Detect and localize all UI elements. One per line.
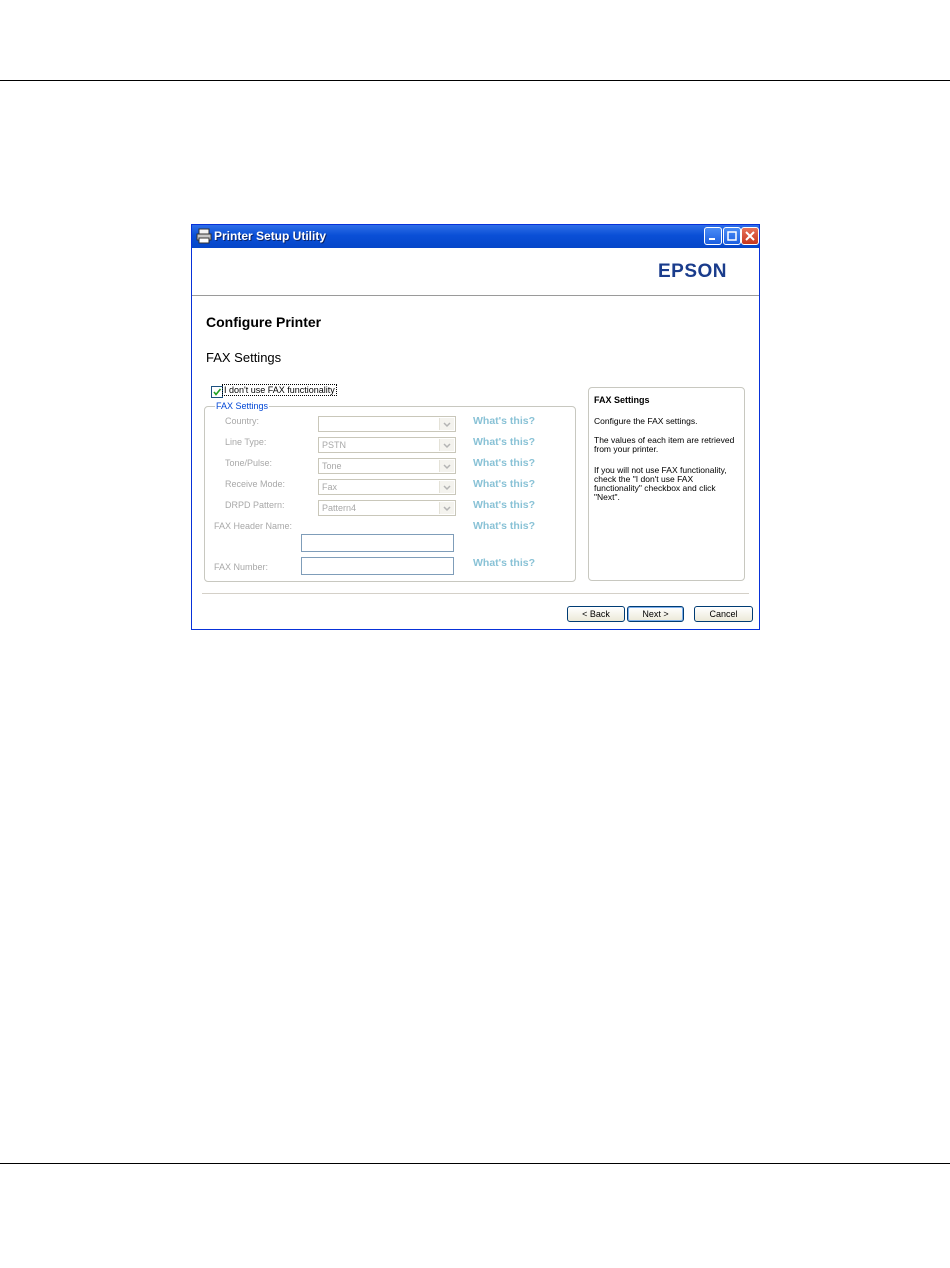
title-bar[interactable]: Printer Setup Utility xyxy=(192,225,759,248)
country-select[interactable] xyxy=(318,416,456,432)
window-title: Printer Setup Utility xyxy=(214,229,327,243)
minimize-icon xyxy=(709,238,715,240)
side-panel-title: FAX Settings xyxy=(594,395,650,405)
line-type-help-link[interactable]: What's this? xyxy=(473,436,535,448)
chevron-down-icon xyxy=(439,460,454,472)
no-fax-checkbox[interactable] xyxy=(211,386,223,398)
button-separator xyxy=(202,593,749,594)
group-legend: FAX Settings xyxy=(215,401,270,411)
page-top-rule xyxy=(0,80,950,81)
page-bottom-rule xyxy=(0,1163,950,1164)
side-panel-text: If you will not use FAX functionality, c… xyxy=(594,465,727,502)
drpd-pattern-value: Pattern4 xyxy=(322,503,357,513)
close-icon xyxy=(745,231,755,241)
drpd-pattern-label: DRPD Pattern: xyxy=(225,500,285,510)
drpd-pattern-help-link[interactable]: What's this? xyxy=(473,499,535,511)
line-type-select[interactable]: PSTN xyxy=(318,437,456,453)
maximize-icon xyxy=(727,231,737,241)
page-title: Configure Printer xyxy=(206,314,322,330)
chevron-down-icon xyxy=(439,502,454,514)
next-button[interactable]: Next > xyxy=(627,606,684,622)
country-label: Country: xyxy=(225,416,260,426)
fax-number-input[interactable] xyxy=(301,557,454,575)
maximize-button[interactable] xyxy=(723,227,741,245)
section-title: FAX Settings xyxy=(206,350,282,365)
chevron-down-icon xyxy=(439,481,454,493)
drpd-pattern-select[interactable]: Pattern4 xyxy=(318,500,456,516)
cancel-button[interactable]: Cancel xyxy=(694,606,753,622)
help-side-panel: FAX Settings Configure the FAX settings.… xyxy=(588,387,745,581)
setup-window: Printer Setup Utility EPSON Configure Pr… xyxy=(191,224,760,630)
chevron-down-icon xyxy=(439,439,454,451)
fax-settings-group: FAX Settings Country: What's this? Line … xyxy=(204,401,576,582)
header-name-input[interactable] xyxy=(301,534,454,552)
line-type-label: Line Type: xyxy=(225,437,267,447)
tone-pulse-label: Tone/Pulse: xyxy=(225,458,273,468)
tone-pulse-help-link[interactable]: What's this? xyxy=(473,457,535,469)
printer-icon xyxy=(196,228,212,244)
header-name-label: FAX Header Name: xyxy=(214,521,293,531)
receive-mode-value: Fax xyxy=(322,482,338,492)
country-help-link[interactable]: What's this? xyxy=(473,415,535,427)
receive-mode-label: Receive Mode: xyxy=(225,479,286,489)
checkmark-icon xyxy=(213,388,222,396)
side-panel-text: Configure the FAX settings. xyxy=(594,416,698,426)
no-fax-checkbox-label[interactable]: I don't use FAX functionality xyxy=(222,384,337,396)
header-name-help-link[interactable]: What's this? xyxy=(473,520,535,532)
tone-pulse-select[interactable]: Tone xyxy=(318,458,456,474)
epson-logo: EPSON xyxy=(657,261,727,282)
close-button[interactable] xyxy=(741,227,759,245)
header-band: EPSON xyxy=(192,248,759,296)
fax-number-label: FAX Number: xyxy=(214,562,269,572)
receive-mode-help-link[interactable]: What's this? xyxy=(473,478,535,490)
tone-pulse-value: Tone xyxy=(322,461,342,471)
chevron-down-icon xyxy=(439,418,454,430)
minimize-button[interactable] xyxy=(704,227,722,245)
fax-number-help-link[interactable]: What's this? xyxy=(473,557,535,569)
side-panel-text: The values of each item are retrieved fr… xyxy=(594,435,735,454)
line-type-value: PSTN xyxy=(322,440,347,450)
back-button[interactable]: < Back xyxy=(567,606,625,622)
receive-mode-select[interactable]: Fax xyxy=(318,479,456,495)
